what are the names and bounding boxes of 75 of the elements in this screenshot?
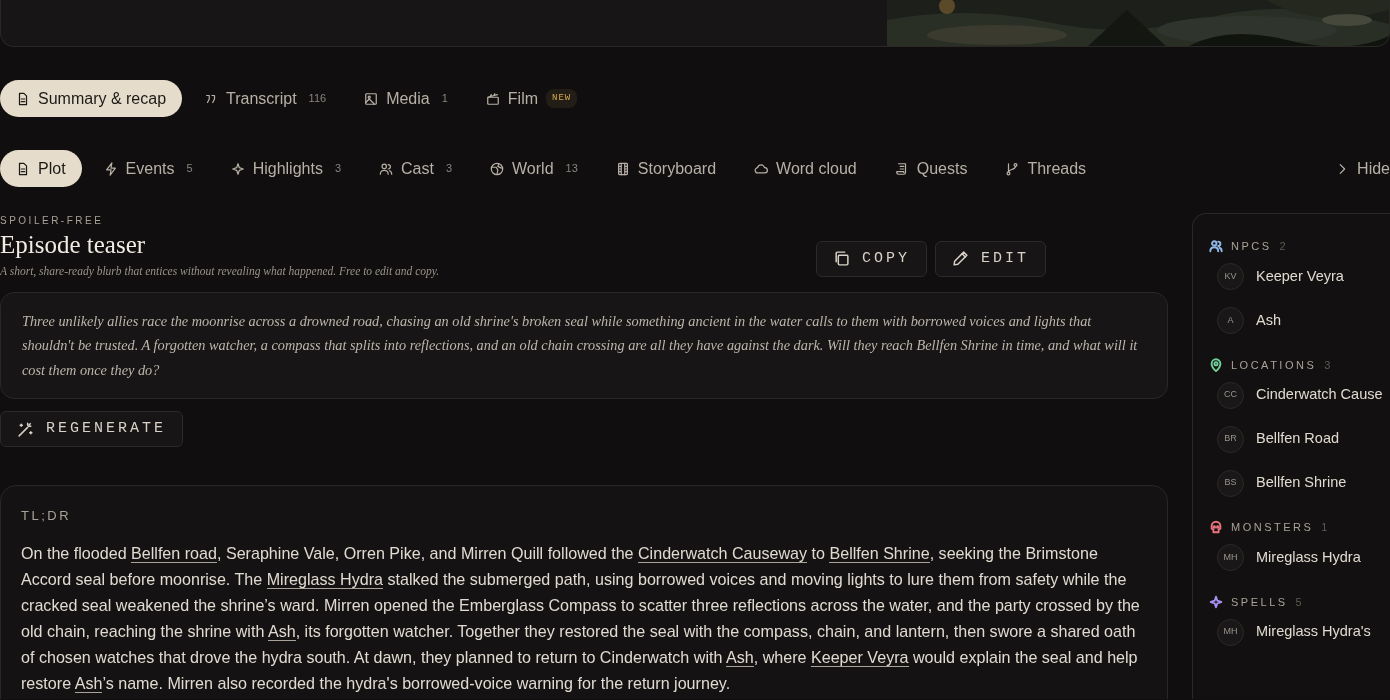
section-count: 3 [1324, 357, 1333, 373]
pencil-icon [952, 250, 969, 268]
copy-button[interactable]: COPY [815, 240, 927, 277]
tab[interactable]: Summary & recap [0, 80, 183, 117]
entity-link[interactable]: Bellfen Shrine [829, 543, 930, 563]
initials-avatar: MH [1217, 544, 1244, 571]
card-label: TL;DR [21, 507, 73, 526]
tab[interactable]: Highlights 3 [214, 150, 357, 187]
people-icon [379, 161, 393, 176]
entity-link[interactable]: Mireglass Hydra [266, 569, 383, 589]
section-heading: MONSTERS [1231, 520, 1314, 535]
tab-count: 5 [186, 161, 193, 177]
section-count: 5 [1295, 594, 1305, 610]
section-label: SPOILER-FREE [0, 214, 105, 228]
section-heading: NPCS [1231, 239, 1272, 254]
section-count: 1 [1321, 520, 1330, 535]
film-icon [615, 161, 630, 176]
section-count: 2 [1279, 239, 1289, 254]
initials-avatar: BS [1217, 469, 1244, 497]
document-icon [16, 91, 30, 106]
tab[interactable]: Transcript 116 [188, 80, 343, 117]
entity-link[interactable]: Cinderwatch Causeway [638, 543, 808, 563]
entity-link[interactable]: Ash [267, 621, 296, 641]
tab[interactable]: World 13 [474, 150, 594, 187]
initials-avatar: KV [1217, 263, 1244, 290]
sparkle-icon [230, 161, 245, 176]
entity-item[interactable]: Mireglass Hydra [1256, 546, 1361, 569]
tab[interactable]: Quests [878, 150, 984, 187]
section-description: A short, share-ready blurb that entices without revealing what happened. Free to edit and copy. [0, 263, 440, 280]
tab[interactable]: Plot [0, 150, 82, 187]
entity-link[interactable]: Ash [726, 647, 754, 667]
section-title: Episode teaser [0, 231, 147, 259]
summary-paragraph: On the flooded Bellfen road, Seraphine Vale, Orren Pike, and Mirren Quill followed the Cinderwatch Causeway to Bellfen Shrine, seeking the Brimstone Accord seal before moonrise. The Mireglass Hydra stalked the submerged path, using borrowed voices and moving lights to lure them from safety while the cracked seal weakened the shrine’s ward. Mirren opened the Emberglass Compass to scatter three reflections across the water, and the party crossed by the old chain, reaching the shrine with Ash, its forgotten watcher. Together they restored the seal with the compass, chain, and lantern, then swore a shared oath of chosen watches that drove the hydra south. At dawn, they planned to return to Cinderwatch with Ash, where Keeper Veyra would explain the seal and help restore Ash’s name. Mirren also recorded the hydra's borrowed-voice warning for the return journey. [21, 542, 1141, 695]
copy-icon [832, 250, 850, 268]
entity-link[interactable]: Bellfen road [131, 543, 217, 563]
regenerate-button[interactable]: REGENERATE [0, 411, 183, 448]
document-icon [16, 161, 30, 176]
scroll-icon [894, 161, 909, 176]
entity-item[interactable]: Keeper Veyra [1256, 265, 1344, 288]
tab-count: 1 [441, 91, 448, 107]
clapperboard-icon [485, 91, 500, 106]
globe-icon [490, 161, 505, 176]
tab[interactable]: Events 5 [87, 150, 209, 187]
initials-avatar: BR [1217, 425, 1244, 453]
entity-item[interactable]: Cinderwatch Cause [1256, 384, 1383, 406]
entity-link[interactable]: Ash [74, 673, 103, 693]
tab-count: 3 [445, 161, 453, 177]
section-heading: SPELLS [1231, 594, 1288, 610]
entity-item[interactable]: Ash [1256, 309, 1281, 332]
tab[interactable]: Word cloud [738, 150, 873, 187]
tab-count: 116 [308, 91, 327, 107]
cloud-icon [754, 161, 769, 176]
tab[interactable]: Film NEW [469, 80, 594, 117]
entity-item[interactable]: Bellfen Shrine [1256, 472, 1347, 494]
new-badge: NEW [546, 88, 578, 109]
entity-item[interactable]: Mireglass Hydra's [1256, 621, 1371, 643]
tab-count: 13 [565, 161, 578, 177]
section-heading: LOCATIONS [1231, 357, 1317, 373]
lightning-icon [103, 161, 118, 176]
magic-wand-icon [17, 420, 34, 438]
branch-icon [1005, 161, 1020, 176]
tab[interactable]: Storyboard [599, 150, 733, 187]
hide-panel-button[interactable]: Hide [1319, 150, 1390, 187]
tab[interactable]: Cast 3 [363, 150, 469, 187]
initials-avatar: CC [1217, 381, 1244, 409]
entity-link[interactable]: Keeper Veyra [810, 647, 909, 667]
initials-avatar: MH [1217, 618, 1244, 646]
tab[interactable]: Media 1 [348, 80, 464, 117]
teaser-text: Three unlikely allies race the moonrise across a drowned road, chasing an old shrine's broken seal while something ancient in the water calls to them with borrowed voices and lights that shouldn't be trusted. A forgotten watcher, a compass that splits into reflections, and an old chain crossing are all they have against the dark. Will they reach Bellfen Shrine in time, and what will it cost them once they do? [0, 291, 1168, 400]
tab[interactable]: Threads [989, 150, 1103, 187]
image-icon [364, 91, 379, 106]
edit-button[interactable]: EDIT [935, 240, 1046, 277]
initials-avatar: A [1217, 307, 1244, 334]
entity-item[interactable]: Bellfen Road [1256, 428, 1340, 450]
tab-count: 3 [334, 161, 341, 177]
